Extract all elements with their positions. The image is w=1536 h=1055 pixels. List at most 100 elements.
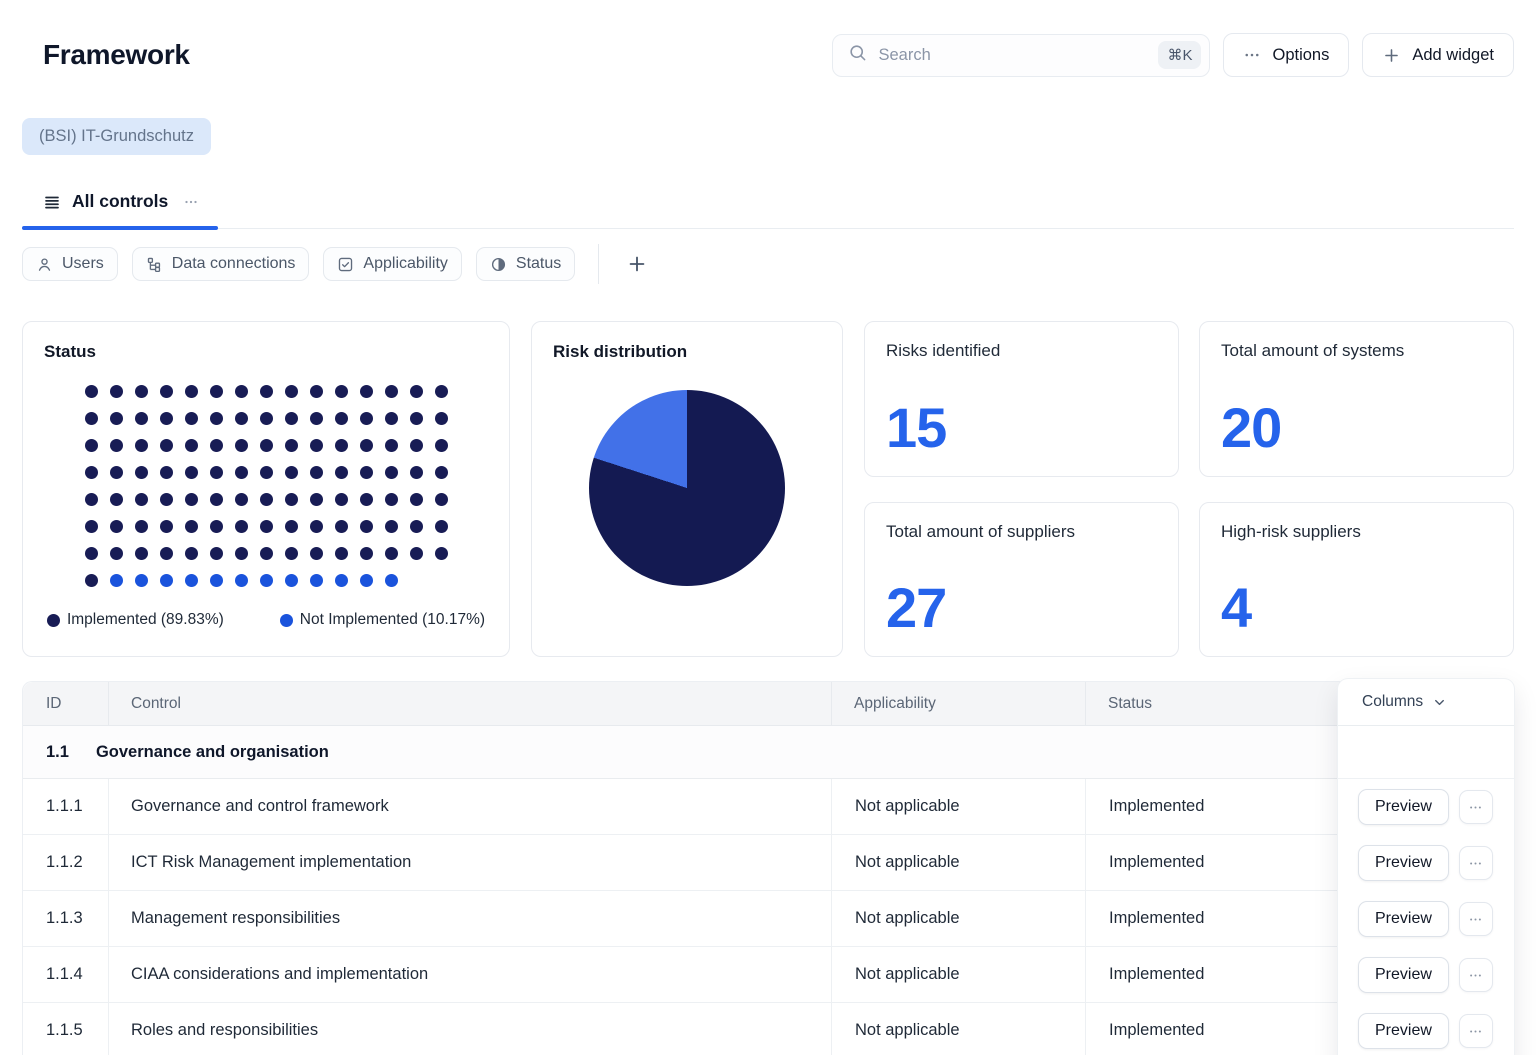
status-dot-implemented (109, 547, 123, 560)
section-title: Governance and organisation (95, 742, 329, 761)
list-icon (43, 193, 61, 211)
status-dot-implemented (109, 493, 123, 506)
table-row[interactable]: 1.1.1 Governance and control framework Not… (23, 779, 1513, 835)
status-dot-implemented (234, 493, 248, 506)
data-connections-icon (146, 256, 163, 273)
table-row[interactable]: 1.1.3 Management responsibilities Not appl… (23, 891, 1513, 947)
stat-card-value: 27 (886, 576, 947, 639)
row-actions: Preview (1338, 835, 1514, 891)
status-dot-implemented (284, 547, 298, 560)
top-bar: Framework ⌘K Options Add widget (22, 33, 1514, 77)
status-dot-not-implemented (284, 574, 298, 587)
status-dot-implemented (134, 412, 148, 425)
table-row[interactable]: 1.1.2 ICT Risk Management implementation N… (23, 835, 1513, 891)
framework-tag[interactable]: (BSI) IT-Grundschutz (22, 118, 211, 155)
tag-row: (BSI) IT-Grundschutz (22, 118, 1536, 155)
tab-all-controls[interactable]: All controls (22, 189, 219, 230)
column-header-status[interactable]: Status (1086, 682, 1340, 725)
status-dot-implemented (84, 439, 98, 452)
table-row[interactable]: 1.1.5 Roles and responsibilities Not appli… (23, 1003, 1513, 1055)
table-row[interactable]: 1.1.4 CIAA considerations and implementat… (23, 947, 1513, 1003)
status-dot-implemented (309, 520, 323, 533)
status-dot-implemented (209, 547, 223, 560)
status-dot-implemented (259, 439, 273, 452)
status-dot-implemented (384, 439, 398, 452)
status-dot-implemented (309, 385, 323, 398)
row-more-button[interactable] (1458, 902, 1493, 936)
legend-label: Not Implemented (10.17%) (299, 611, 486, 628)
section-row[interactable]: 1.1 Governance and organisation (23, 726, 1513, 779)
table-header-row: ID Control Applicability Status (23, 682, 1513, 726)
column-header-control[interactable]: Control (109, 682, 832, 725)
row-more-button[interactable] (1458, 790, 1493, 824)
preview-button[interactable]: Preview (1358, 1013, 1449, 1049)
status-dot-implemented (309, 493, 323, 506)
preview-button[interactable]: Preview (1358, 901, 1449, 937)
filter-chip-applicability[interactable]: Applicability (323, 247, 462, 281)
status-dot-implemented (84, 385, 98, 398)
columns-dropdown[interactable]: Columns (1338, 679, 1514, 726)
status-dot-implemented (209, 385, 223, 398)
status-dot-implemented (159, 547, 173, 560)
stat-card-value: 15 (886, 395, 947, 459)
row-more-button[interactable] (1458, 958, 1493, 992)
tab-more-icon[interactable] (182, 193, 200, 211)
status-dot-implemented (334, 493, 348, 506)
chevron-down-icon (1432, 695, 1447, 710)
row-more-button[interactable] (1458, 846, 1493, 880)
stat-card-high-risk-suppliers: High-risk suppliers 4 (1199, 501, 1514, 657)
column-header-applicability[interactable]: Applicability (832, 682, 1086, 725)
status-dot-implemented (84, 547, 98, 560)
status-dot-implemented (384, 466, 398, 479)
status-dot-implemented (384, 385, 398, 398)
status-dot-implemented (109, 466, 123, 479)
filter-chip-status[interactable]: Status (475, 247, 576, 281)
table-body: 1.1.1 Governance and control framework Not… (23, 779, 1513, 1055)
row-status-cell: Implemented (1086, 1003, 1340, 1055)
filter-chip-data-connections[interactable]: Data connections (131, 247, 310, 281)
status-dot-implemented (109, 520, 123, 533)
search-input[interactable] (878, 45, 1148, 65)
status-dot-implemented (184, 466, 198, 479)
status-dot-implemented (309, 439, 323, 452)
status-dot-implemented (109, 412, 123, 425)
status-dot-matrix (84, 385, 448, 587)
row-control-cell: Governance and control framework (109, 779, 832, 834)
status-dot-implemented (334, 385, 348, 398)
legend-dot (46, 613, 60, 627)
status-dot-implemented (284, 385, 298, 398)
preview-button[interactable]: Preview (1358, 957, 1449, 993)
row-actions: Preview (1338, 947, 1514, 1003)
status-dot-implemented (334, 412, 348, 425)
status-dot-not-implemented (134, 574, 148, 587)
row-more-button[interactable] (1458, 1014, 1493, 1048)
status-dot-implemented (159, 385, 173, 398)
filter-chip-users[interactable]: Users (22, 247, 118, 281)
status-dot-implemented (359, 439, 373, 452)
status-dot-not-implemented (384, 574, 398, 587)
preview-button[interactable]: Preview (1358, 845, 1449, 881)
status-dot-implemented (209, 439, 223, 452)
row-status-cell: Implemented (1086, 947, 1340, 1002)
options-button[interactable]: Options (1223, 33, 1350, 77)
add-filter-button[interactable] (622, 249, 652, 279)
preview-button[interactable]: Preview (1358, 789, 1449, 825)
status-dot-implemented (409, 466, 423, 479)
status-dot-implemented (84, 520, 98, 533)
search-box[interactable]: ⌘K (832, 33, 1211, 77)
status-dot-implemented (309, 412, 323, 425)
add-widget-button[interactable]: Add widget (1362, 33, 1514, 77)
status-dot-implemented (234, 547, 248, 560)
legend-item: Not Implemented (10.17%) (279, 611, 486, 629)
status-dot-implemented (334, 520, 348, 533)
column-header-id[interactable]: ID (23, 682, 109, 725)
ellipsis-icon (1243, 46, 1261, 64)
status-dot-implemented (384, 493, 398, 506)
status-dot-implemented (434, 439, 448, 452)
status-dot-implemented (284, 520, 298, 533)
status-dot-implemented (109, 439, 123, 452)
status-dot-implemented (159, 412, 173, 425)
status-dot-implemented (284, 466, 298, 479)
status-dot-implemented (84, 574, 98, 587)
contrast-icon (490, 256, 507, 273)
